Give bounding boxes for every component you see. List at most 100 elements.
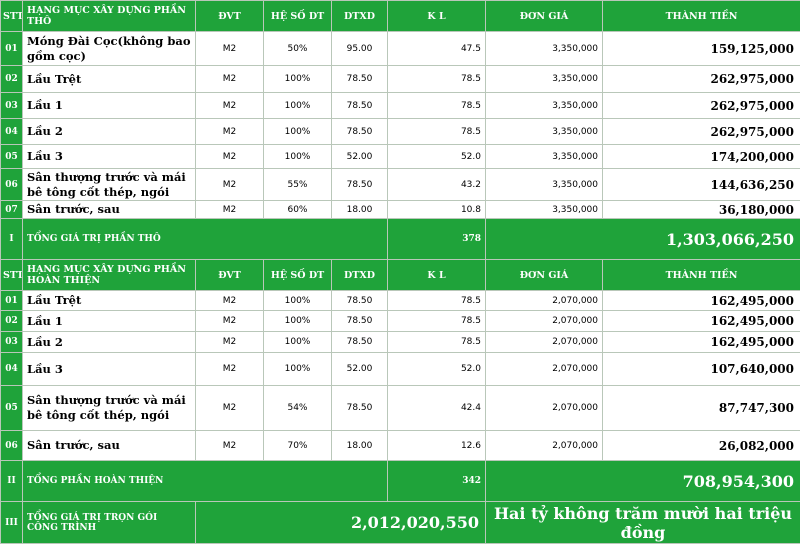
header-row: STT HẠNG MỤC XÂY DỰNG PHẦN THÔ ĐVT HỆ SỐ DT… xyxy=(0,0,800,32)
subtotal-row: II TỔNG PHẦN HOÀN THIỆN 342 708,954,300 xyxy=(0,460,800,502)
row-dvt: M2 xyxy=(195,430,264,461)
header-don-gia: ĐƠN GIÁ xyxy=(485,259,603,291)
row-dvt: M2 xyxy=(195,168,264,201)
row-thanh-tien: 174,200,000 xyxy=(602,144,800,169)
row-dvt: M2 xyxy=(195,290,264,311)
row-he-so: 100% xyxy=(263,331,332,353)
row-kl: 78.5 xyxy=(387,310,486,332)
row-dvt: M2 xyxy=(195,118,264,145)
row-kl: 52.0 xyxy=(387,352,486,386)
header-thanh-tien: THÀNH TIỀN xyxy=(602,259,800,291)
row-he-so: 100% xyxy=(263,92,332,119)
row-name: Lầu 1 xyxy=(22,310,196,332)
row-stt: 02 xyxy=(0,310,23,332)
row-dtxd: 78.50 xyxy=(331,331,388,353)
header-dtxd: DTXD xyxy=(331,259,388,291)
row-name: Móng Đài Cọc(không bao gồm cọc) xyxy=(22,31,196,66)
table-row: 01 Lầu Trệt M2 100% 78.50 78.5 2,070,000 162,49… xyxy=(0,290,800,311)
header-kl: K L xyxy=(387,259,486,291)
row-thanh-tien: 87,747,300 xyxy=(602,385,800,431)
row-dtxd: 95.00 xyxy=(331,31,388,66)
row-thanh-tien: 36,180,000 xyxy=(602,200,800,219)
row-don-gia: 2,070,000 xyxy=(485,430,603,461)
header-hang-muc: HẠNG MỤC XÂY DỰNG PHẦN THÔ xyxy=(22,0,196,32)
grand-total-row: III TỔNG GIÁ TRỊ TRỌN GÓI CÔNG TRÌNH 2,012… xyxy=(0,501,800,544)
row-stt: 05 xyxy=(0,144,23,169)
row-kl: 43.2 xyxy=(387,168,486,201)
row-don-gia: 3,350,000 xyxy=(485,65,603,93)
row-don-gia: 3,350,000 xyxy=(485,144,603,169)
row-name: Sân thượng trước và mái bê tông cốt thép… xyxy=(22,168,196,201)
table-row: 04 Lầu 2 M2 100% 78.50 78.5 3,350,000 262,975,0… xyxy=(0,118,800,145)
row-kl: 12.6 xyxy=(387,430,486,461)
cost-estimate-table: STT HẠNG MỤC XÂY DỰNG PHẦN THÔ ĐVT HỆ SỐ DT… xyxy=(0,0,800,544)
row-thanh-tien: 162,495,000 xyxy=(602,290,800,311)
row-thanh-tien: 262,975,000 xyxy=(602,65,800,93)
row-don-gia: 2,070,000 xyxy=(485,290,603,311)
row-don-gia: 2,070,000 xyxy=(485,385,603,431)
table-row: 05 Sân thượng trước và mái bê tông cốt th… xyxy=(0,385,800,431)
row-dtxd: 78.50 xyxy=(331,385,388,431)
row-kl: 78.5 xyxy=(387,65,486,93)
header-dtxd: DTXD xyxy=(331,0,388,32)
row-stt: 01 xyxy=(0,31,23,66)
row-name: Lầu 3 xyxy=(22,144,196,169)
row-thanh-tien: 26,082,000 xyxy=(602,430,800,461)
row-he-so: 60% xyxy=(263,200,332,219)
row-kl: 10.8 xyxy=(387,200,486,219)
header-stt: STT xyxy=(0,0,23,32)
table-row: 05 Lầu 3 M2 100% 52.00 52.0 3,350,000 174,200,0… xyxy=(0,144,800,169)
row-thanh-tien: 107,640,000 xyxy=(602,352,800,386)
row-dvt: M2 xyxy=(195,385,264,431)
row-stt: 06 xyxy=(0,430,23,461)
header-row: STT HẠNG MỤC XÂY DỰNG PHẦN HOÀN THIỆN ĐVT H… xyxy=(0,259,800,291)
row-name: Sân thượng trước và mái bê tông cốt thép… xyxy=(22,385,196,431)
subtotal-label: TỔNG GIÁ TRỊ PHẦN THÔ xyxy=(22,218,388,260)
grand-total-stt: III xyxy=(0,501,23,544)
row-thanh-tien: 162,495,000 xyxy=(602,310,800,332)
header-dvt: ĐVT xyxy=(195,259,264,291)
row-he-so: 100% xyxy=(263,144,332,169)
header-dvt: ĐVT xyxy=(195,0,264,32)
row-don-gia: 3,350,000 xyxy=(485,200,603,219)
row-dvt: M2 xyxy=(195,92,264,119)
table-row: 01 Móng Đài Cọc(không bao gồm cọc) M2 50% 95… xyxy=(0,31,800,66)
header-he-so: HỆ SỐ DT xyxy=(263,259,332,291)
row-dvt: M2 xyxy=(195,331,264,353)
row-dtxd: 78.50 xyxy=(331,118,388,145)
header-stt: STT xyxy=(0,259,23,291)
row-name: Lầu 2 xyxy=(22,331,196,353)
row-he-so: 54% xyxy=(263,385,332,431)
row-thanh-tien: 262,975,000 xyxy=(602,92,800,119)
row-don-gia: 3,350,000 xyxy=(485,168,603,201)
row-thanh-tien: 262,975,000 xyxy=(602,118,800,145)
row-he-so: 100% xyxy=(263,118,332,145)
row-dtxd: 78.50 xyxy=(331,65,388,93)
row-thanh-tien: 144,636,250 xyxy=(602,168,800,201)
row-he-so: 100% xyxy=(263,352,332,386)
row-dvt: M2 xyxy=(195,65,264,93)
row-don-gia: 2,070,000 xyxy=(485,331,603,353)
row-don-gia: 2,070,000 xyxy=(485,310,603,332)
row-dtxd: 52.00 xyxy=(331,144,388,169)
row-kl: 78.5 xyxy=(387,331,486,353)
row-name: Lầu 1 xyxy=(22,92,196,119)
header-kl: K L xyxy=(387,0,486,32)
row-don-gia: 3,350,000 xyxy=(485,31,603,66)
grand-total-in-words: Hai tỷ không trăm mười hai triệu đồng xyxy=(485,501,800,544)
row-kl: 78.5 xyxy=(387,290,486,311)
row-name: Lầu 2 xyxy=(22,118,196,145)
row-he-so: 70% xyxy=(263,430,332,461)
row-thanh-tien: 159,125,000 xyxy=(602,31,800,66)
row-he-so: 55% xyxy=(263,168,332,201)
table-row: 03 Lầu 2 M2 100% 78.50 78.5 2,070,000 162,495,0… xyxy=(0,331,800,353)
table-row: 04 Lầu 3 M2 100% 52.00 52.0 2,070,000 107,640,0… xyxy=(0,352,800,386)
row-kl: 52.0 xyxy=(387,144,486,169)
subtotal-label: TỔNG PHẦN HOÀN THIỆN xyxy=(22,460,388,502)
table-row: 06 Sân trước, sau M2 70% 18.00 12.6 2,070,000 2… xyxy=(0,430,800,461)
header-hang-muc: HẠNG MỤC XÂY DỰNG PHẦN HOÀN THIỆN xyxy=(22,259,196,291)
row-dtxd: 18.00 xyxy=(331,430,388,461)
grand-total-value: 2,012,020,550 xyxy=(195,501,486,544)
table-row: 03 Lầu 1 M2 100% 78.50 78.5 3,350,000 262,975,0… xyxy=(0,92,800,119)
row-he-so: 100% xyxy=(263,290,332,311)
